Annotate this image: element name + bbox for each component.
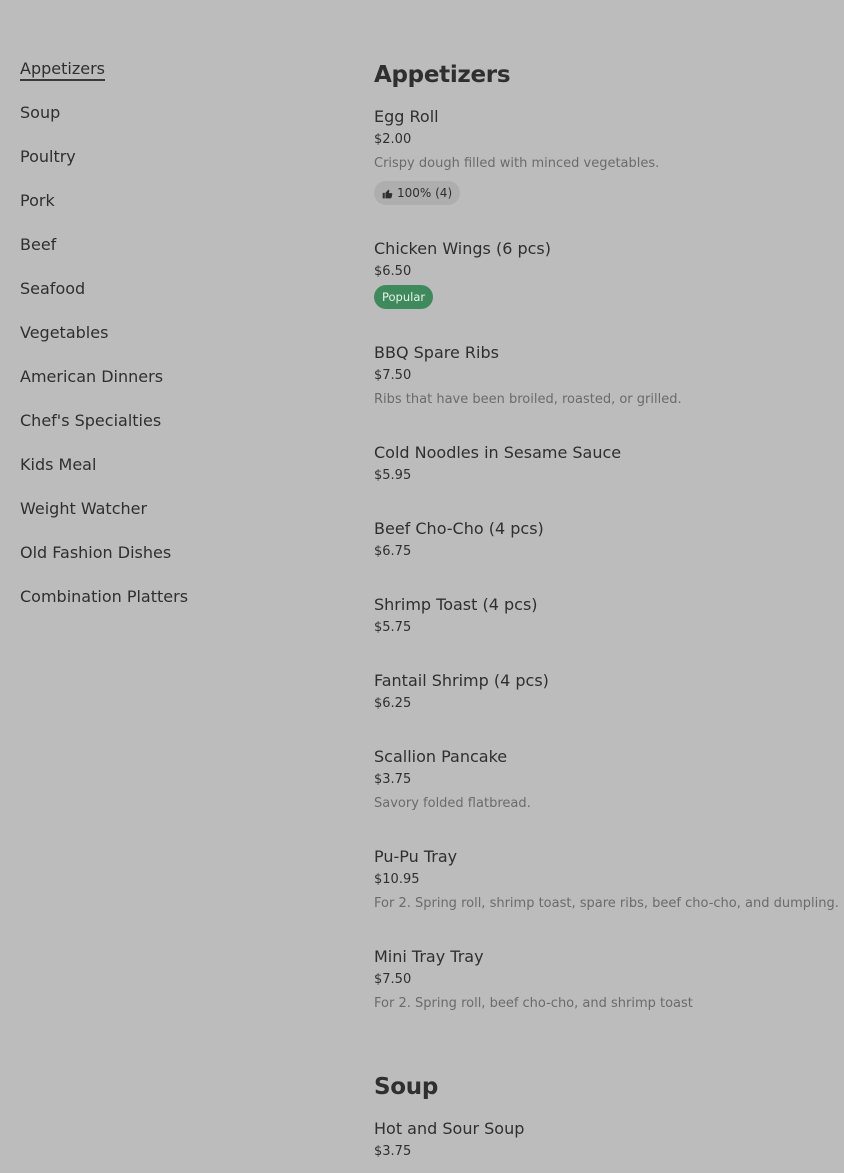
item-price: $6.50	[374, 264, 412, 279]
sidebar-item-label: Kids Meal	[20, 455, 97, 474]
item-price: $3.75	[374, 772, 412, 787]
sidebar-item-american-dinners[interactable]: American Dinners	[20, 366, 320, 388]
menu-item[interactable]: Pu-Pu Tray $10.95 For 2. Spring roll, sh…	[374, 846, 844, 913]
sidebar-item-poultry[interactable]: Poultry	[20, 146, 320, 168]
sidebar-item-weight-watcher[interactable]: Weight Watcher	[20, 498, 320, 520]
sidebar-item-label: Seafood	[20, 279, 86, 298]
item-price: $7.50	[374, 972, 412, 987]
item-description: For 2. Spring roll, beef cho-cho, and sh…	[374, 996, 693, 1011]
item-description: For 2. Spring roll, shrimp toast, spare …	[374, 896, 839, 911]
menu-item[interactable]: Fantail Shrimp (4 pcs) $6.25	[374, 670, 844, 713]
menu-item[interactable]: Shrimp Toast (4 pcs) $5.75	[374, 594, 844, 637]
item-name: Scallion Pancake	[374, 747, 508, 766]
sidebar-item-kids-meal[interactable]: Kids Meal	[20, 454, 320, 476]
menu-item[interactable]: Cold Noodles in Sesame Sauce $5.95	[374, 442, 844, 485]
sidebar-item-label: Old Fashion Dishes	[20, 543, 172, 562]
item-description: Crispy dough filled with minced vegetabl…	[374, 156, 660, 171]
menu-item[interactable]: Mini Tray Tray $7.50 For 2. Spring roll,…	[374, 946, 844, 1013]
menu-item[interactable]: Scallion Pancake $3.75 Savory folded fla…	[374, 746, 844, 813]
menu-item[interactable]: Beef Cho-Cho (4 pcs) $6.75	[374, 518, 844, 561]
sidebar-item-combination-platters[interactable]: Combination Platters	[20, 586, 320, 608]
item-name: Chicken Wings (6 pcs)	[374, 239, 551, 258]
item-price: $6.25	[374, 696, 412, 711]
sidebar-item-label: Poultry	[20, 147, 76, 166]
menu-item[interactable]: Egg Roll $2.00 Crispy dough filled with …	[374, 106, 844, 205]
sidebar-item-soup[interactable]: Soup	[20, 102, 320, 124]
rating-text: 100% (4)	[397, 186, 453, 200]
item-price: $3.75	[374, 1144, 412, 1159]
sidebar-item-label: Soup	[20, 103, 61, 122]
section-title: Appetizers	[374, 62, 511, 88]
category-sidebar: Appetizers Soup Poultry Pork Beef Seafoo…	[20, 58, 320, 630]
item-description: Ribs that have been broiled, roasted, or…	[374, 392, 682, 407]
sidebar-item-label: Weight Watcher	[20, 499, 148, 518]
sidebar-item-pork[interactable]: Pork	[20, 190, 320, 212]
sidebar-item-appetizers[interactable]: Appetizers	[20, 58, 320, 81]
sidebar-item-label: Combination Platters	[20, 587, 189, 606]
item-name: Egg Roll	[374, 107, 439, 126]
sidebar-item-label: Beef	[20, 235, 57, 254]
sidebar-item-label: Pork	[20, 191, 55, 210]
menu-item[interactable]: BBQ Spare Ribs $7.50 Ribs that have been…	[374, 342, 844, 409]
sidebar-item-vegetables[interactable]: Vegetables	[20, 322, 320, 344]
sidebar-item-seafood[interactable]: Seafood	[20, 278, 320, 300]
item-price: $2.00	[374, 132, 412, 147]
item-name: Beef Cho-Cho (4 pcs)	[374, 519, 544, 538]
sidebar-item-label: Chef's Specialties	[20, 411, 162, 430]
item-price: $5.95	[374, 468, 412, 483]
item-description: Savory folded flatbread.	[374, 796, 531, 811]
item-price: $6.75	[374, 544, 412, 559]
menu-item[interactable]: Chicken Wings (6 pcs) $6.50 Popular	[374, 238, 844, 309]
item-name: Pu-Pu Tray	[374, 847, 458, 866]
sidebar-item-label: Vegetables	[20, 323, 109, 342]
sidebar-item-label: American Dinners	[20, 367, 164, 386]
item-name: BBQ Spare Ribs	[374, 343, 499, 362]
item-price: $7.50	[374, 368, 412, 383]
sidebar-item-beef[interactable]: Beef	[20, 234, 320, 256]
sidebar-item-label: Appetizers	[20, 59, 105, 81]
item-name: Cold Noodles in Sesame Sauce	[374, 443, 622, 462]
popular-badge: Popular	[374, 285, 434, 309]
item-name: Shrimp Toast (4 pcs)	[374, 595, 538, 614]
sidebar-item-old-fashion-dishes[interactable]: Old Fashion Dishes	[20, 542, 320, 564]
section-title: Soup	[374, 1074, 439, 1100]
rating-badge: 100% (4)	[374, 181, 461, 205]
item-price: $5.75	[374, 620, 412, 635]
item-name: Hot and Sour Soup	[374, 1119, 525, 1138]
item-price: $10.95	[374, 872, 420, 887]
item-name: Mini Tray Tray	[374, 947, 484, 966]
menu-item[interactable]: Hot and Sour Soup $3.75	[374, 1118, 844, 1161]
sidebar-item-chefs-specialties[interactable]: Chef's Specialties	[20, 410, 320, 432]
item-name: Fantail Shrimp (4 pcs)	[374, 671, 549, 690]
thumbs-up-icon	[382, 189, 393, 198]
